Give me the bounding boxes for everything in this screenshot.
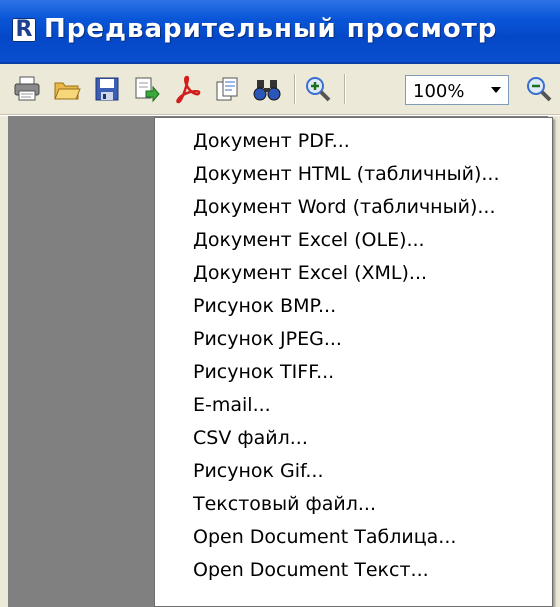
export-menu: Документ PDF... Документ HTML (табличный…	[154, 117, 553, 607]
menu-item-excel-xml[interactable]: Документ Excel (XML)...	[155, 258, 552, 289]
app-icon-letter: R	[15, 17, 33, 42]
save-icon	[95, 77, 119, 101]
export-pdf-button[interactable]	[172, 74, 204, 104]
menu-item-email[interactable]: E-mail...	[155, 390, 552, 421]
find-icon	[253, 80, 281, 101]
export-icon	[135, 77, 160, 103]
app-logo-icon: R	[12, 17, 36, 42]
zoom-in-button[interactable]	[303, 74, 335, 104]
menu-item-csv[interactable]: CSV файл...	[155, 423, 552, 454]
toolbar: 100%	[0, 64, 560, 115]
menu-item-bmp[interactable]: Рисунок BMP...	[155, 291, 552, 322]
zoom-select[interactable]: 100%	[405, 75, 509, 105]
menu-item-jpeg[interactable]: Рисунок JPEG...	[155, 324, 552, 355]
menu-item-html[interactable]: Документ HTML (табличный)...	[155, 159, 552, 190]
zoom-in-icon	[306, 77, 331, 102]
zoom-value: 100%	[413, 81, 465, 102]
pdf-icon	[176, 75, 201, 104]
find-button[interactable]	[252, 74, 284, 104]
menu-item-pdf[interactable]: Документ PDF...	[155, 126, 552, 157]
open-folder-icon	[54, 82, 81, 100]
save-button[interactable]	[92, 74, 124, 104]
export-button[interactable]	[132, 74, 164, 104]
zoom-out-button[interactable]	[524, 74, 556, 104]
zoom-out-icon	[527, 77, 552, 102]
chevron-down-icon[interactable]	[488, 82, 504, 98]
send-button[interactable]	[212, 74, 244, 104]
menu-item-ods[interactable]: Open Document Таблица...	[155, 522, 552, 553]
window-title: Предварительный просмотр	[44, 14, 498, 44]
toolbar-separator	[294, 74, 295, 104]
title-bar[interactable]: R Предварительный просмотр	[0, 0, 560, 64]
toolbar-separator	[344, 74, 345, 104]
menu-item-excel-ole[interactable]: Документ Excel (OLE)...	[155, 225, 552, 256]
open-button[interactable]	[52, 74, 84, 104]
print-icon	[14, 76, 40, 101]
menu-item-tiff[interactable]: Рисунок TIFF...	[155, 357, 552, 388]
print-button[interactable]	[12, 74, 44, 104]
menu-item-odt[interactable]: Open Document Текст...	[155, 555, 552, 586]
menu-item-text[interactable]: Текстовый файл...	[155, 489, 552, 520]
send-email-icon	[216, 77, 238, 101]
menu-item-word[interactable]: Документ Word (табличный)...	[155, 192, 552, 223]
window-border-left	[0, 116, 8, 607]
menu-item-gif[interactable]: Рисунок Gif...	[155, 456, 552, 487]
